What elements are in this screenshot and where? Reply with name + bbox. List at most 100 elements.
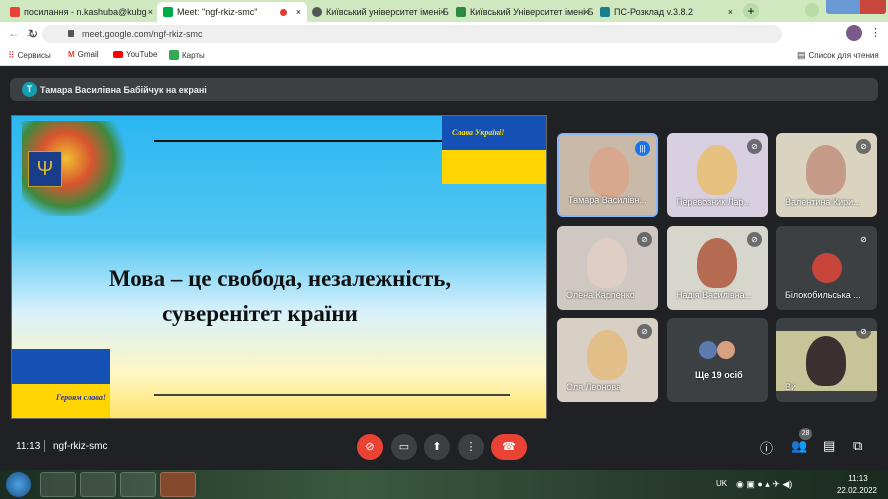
- meeting-controls: 11:13 ngf-rkiz-smc ⊘ ▭ ⬆ ⋮ ☎ ⓘ 👥 28 ▤ ⧉: [0, 420, 888, 470]
- meeting-code: ngf-rkiz-smc: [53, 441, 108, 452]
- participant-name: Тамара Василівн...: [568, 195, 647, 205]
- close-icon[interactable]: ×: [148, 7, 153, 17]
- youtube-icon: [113, 51, 123, 58]
- rozklad-icon: [600, 7, 610, 17]
- maps-icon: [169, 50, 179, 60]
- window-close-button[interactable]: [860, 0, 886, 14]
- participant-name: Надія Василівна...: [676, 290, 753, 300]
- bookmark-label: YouTube: [126, 50, 158, 59]
- tab-gmail[interactable]: посилання - n.kashuba@kubg ×: [4, 2, 159, 22]
- bookmark-services[interactable]: ⠿ Сервисы: [8, 50, 51, 61]
- tab-strip: посилання - n.kashuba@kubg × Meet: "ngf-r…: [0, 0, 888, 22]
- mic-off-icon: ⊘: [637, 232, 652, 247]
- participant-tile[interactable]: ⊘ Перевозник Лар...: [667, 133, 768, 217]
- chat-icon[interactable]: ▤: [823, 438, 835, 454]
- close-icon[interactable]: ×: [440, 7, 445, 17]
- bookmark-maps[interactable]: Карты: [169, 50, 205, 60]
- activities-icon[interactable]: ⧉: [853, 438, 862, 454]
- back-icon[interactable]: ←: [8, 26, 20, 40]
- speaking-indicator-icon: |||: [635, 141, 650, 156]
- tab-label: посилання - n.kashuba@kubg: [24, 7, 147, 17]
- slava-text: Слава Україні!: [452, 128, 505, 137]
- reload-icon[interactable]: ↻: [28, 25, 38, 43]
- mic-off-icon: ⊘: [637, 324, 652, 339]
- presenting-banner: Т Тамара Василівна Бабійчук на екрані: [10, 78, 878, 101]
- flag-bottom-left: Героям слава!: [12, 349, 110, 418]
- tab-label: ПС-Розклад v.3.8.2: [614, 7, 694, 17]
- tab-rozklad[interactable]: ПС-Розклад v.3.8.2 ×: [594, 2, 739, 22]
- reading-list-icon: ▤: [797, 50, 806, 60]
- participant-tile[interactable]: ⊘ Валентина Кири...: [776, 133, 877, 217]
- tray-icons[interactable]: ◉ ▣ ● ▴ ✈ ◀): [736, 479, 792, 490]
- tab-meet[interactable]: Meet: "ngf-rkiz-smc" ×: [157, 2, 307, 22]
- participant-name: Ви: [785, 382, 797, 392]
- tab-university-1[interactable]: Київський університет імені Б ×: [306, 2, 451, 22]
- divider-line: [154, 394, 510, 396]
- tab-search-button[interactable]: [805, 3, 819, 17]
- avatar: [699, 341, 717, 359]
- reading-list-button[interactable]: ▤ Список для чтения: [797, 50, 879, 61]
- mic-off-icon: ⊘: [856, 324, 871, 339]
- tab-university-2[interactable]: Київський Університет імені Б ×: [450, 2, 595, 22]
- close-icon[interactable]: ×: [296, 7, 301, 17]
- people-icon[interactable]: 👥: [791, 438, 807, 454]
- language-indicator[interactable]: UK: [716, 479, 727, 488]
- participant-tile[interactable]: ⊘ Оля Леонова: [557, 318, 658, 402]
- gmail-icon: M: [68, 50, 75, 59]
- chrome-taskbar-icon[interactable]: [80, 472, 116, 497]
- self-tile[interactable]: ⊘ Ви: [776, 318, 877, 402]
- url-text: meet.google.com/ngf-rkiz-smc: [82, 29, 203, 39]
- more-participants-tile[interactable]: Ще 19 осіб: [667, 318, 768, 402]
- meeting-time: 11:13: [16, 441, 41, 452]
- profile-avatar[interactable]: [846, 25, 862, 41]
- avatar: [812, 253, 842, 283]
- close-icon[interactable]: ×: [728, 7, 733, 17]
- participant-tile[interactable]: ⊘ Білокобильська ...: [776, 226, 877, 310]
- banner-text: Тамара Василівна Бабійчук на екрані: [40, 84, 207, 95]
- more-options-button[interactable]: ⋮: [458, 434, 484, 460]
- slide-title-line-1: Мова – це свобода, незалежність,: [108, 266, 452, 291]
- url-input[interactable]: ↻ meet.google.com/ngf-rkiz-smc: [28, 25, 782, 43]
- present-button[interactable]: ⬆: [424, 434, 450, 460]
- participant-tile[interactable]: ⊘ Надія Василівна...: [667, 226, 768, 310]
- participants-count-badge: 28: [799, 428, 812, 440]
- mic-off-icon: ⊘: [856, 139, 871, 154]
- mic-off-icon: ⊘: [747, 139, 762, 154]
- windows-taskbar: UK ◉ ▣ ● ▴ ✈ ◀) 11:13 22.02.2022: [0, 470, 888, 499]
- heroyam-text: Героям слава!: [56, 393, 106, 402]
- address-bar-row: ← → ↻ meet.google.com/ngf-rkiz-smc ⋮: [0, 22, 888, 45]
- university-icon: [456, 7, 466, 17]
- participant-name: Білокобильська ...: [785, 290, 861, 300]
- tab-label: Київський університет імені Б: [326, 7, 449, 17]
- presentation-slide: Ψ Слава Україні! Героям слава! Мова – це…: [11, 115, 547, 419]
- mic-toggle-button[interactable]: ⊘: [357, 434, 383, 460]
- avatar: [717, 341, 735, 359]
- menu-icon[interactable]: ⋮: [870, 26, 881, 39]
- camera-toggle-button[interactable]: ▭: [391, 434, 417, 460]
- new-tab-button[interactable]: +: [743, 3, 759, 19]
- apps-icon: ⠿: [8, 50, 15, 60]
- window-controls[interactable]: [826, 0, 886, 14]
- start-button[interactable]: [6, 472, 31, 497]
- mic-off-icon: ⊘: [747, 232, 762, 247]
- participant-name: Валентина Кири...: [785, 197, 861, 207]
- gmail-icon: [10, 7, 20, 17]
- bookmark-label: Сервисы: [17, 51, 51, 60]
- explorer-taskbar-icon[interactable]: [40, 472, 76, 497]
- bookmark-youtube[interactable]: YouTube: [113, 50, 157, 59]
- powerpoint-taskbar-icon[interactable]: [160, 472, 196, 497]
- flag-top-right: Слава Україні!: [442, 116, 546, 184]
- participant-tile[interactable]: ⊘ Олена Карпенко: [557, 226, 658, 310]
- bookmark-label: Gmail: [77, 50, 99, 59]
- leave-call-button[interactable]: ☎: [491, 434, 527, 460]
- bookmark-gmail[interactable]: M Gmail: [68, 50, 99, 59]
- clock-date[interactable]: 22.02.2022: [830, 486, 884, 495]
- info-icon[interactable]: ⓘ: [760, 438, 773, 457]
- close-icon[interactable]: ×: [584, 7, 589, 17]
- clock-time[interactable]: 11:13: [836, 474, 880, 483]
- chrome-taskbar-icon[interactable]: [120, 472, 156, 497]
- avatar: Т: [22, 82, 37, 97]
- mic-off-icon: ⊘: [856, 232, 871, 247]
- participant-tile[interactable]: ||| Тамара Василівн...: [557, 133, 658, 217]
- participant-name: Перевозник Лар...: [676, 197, 752, 207]
